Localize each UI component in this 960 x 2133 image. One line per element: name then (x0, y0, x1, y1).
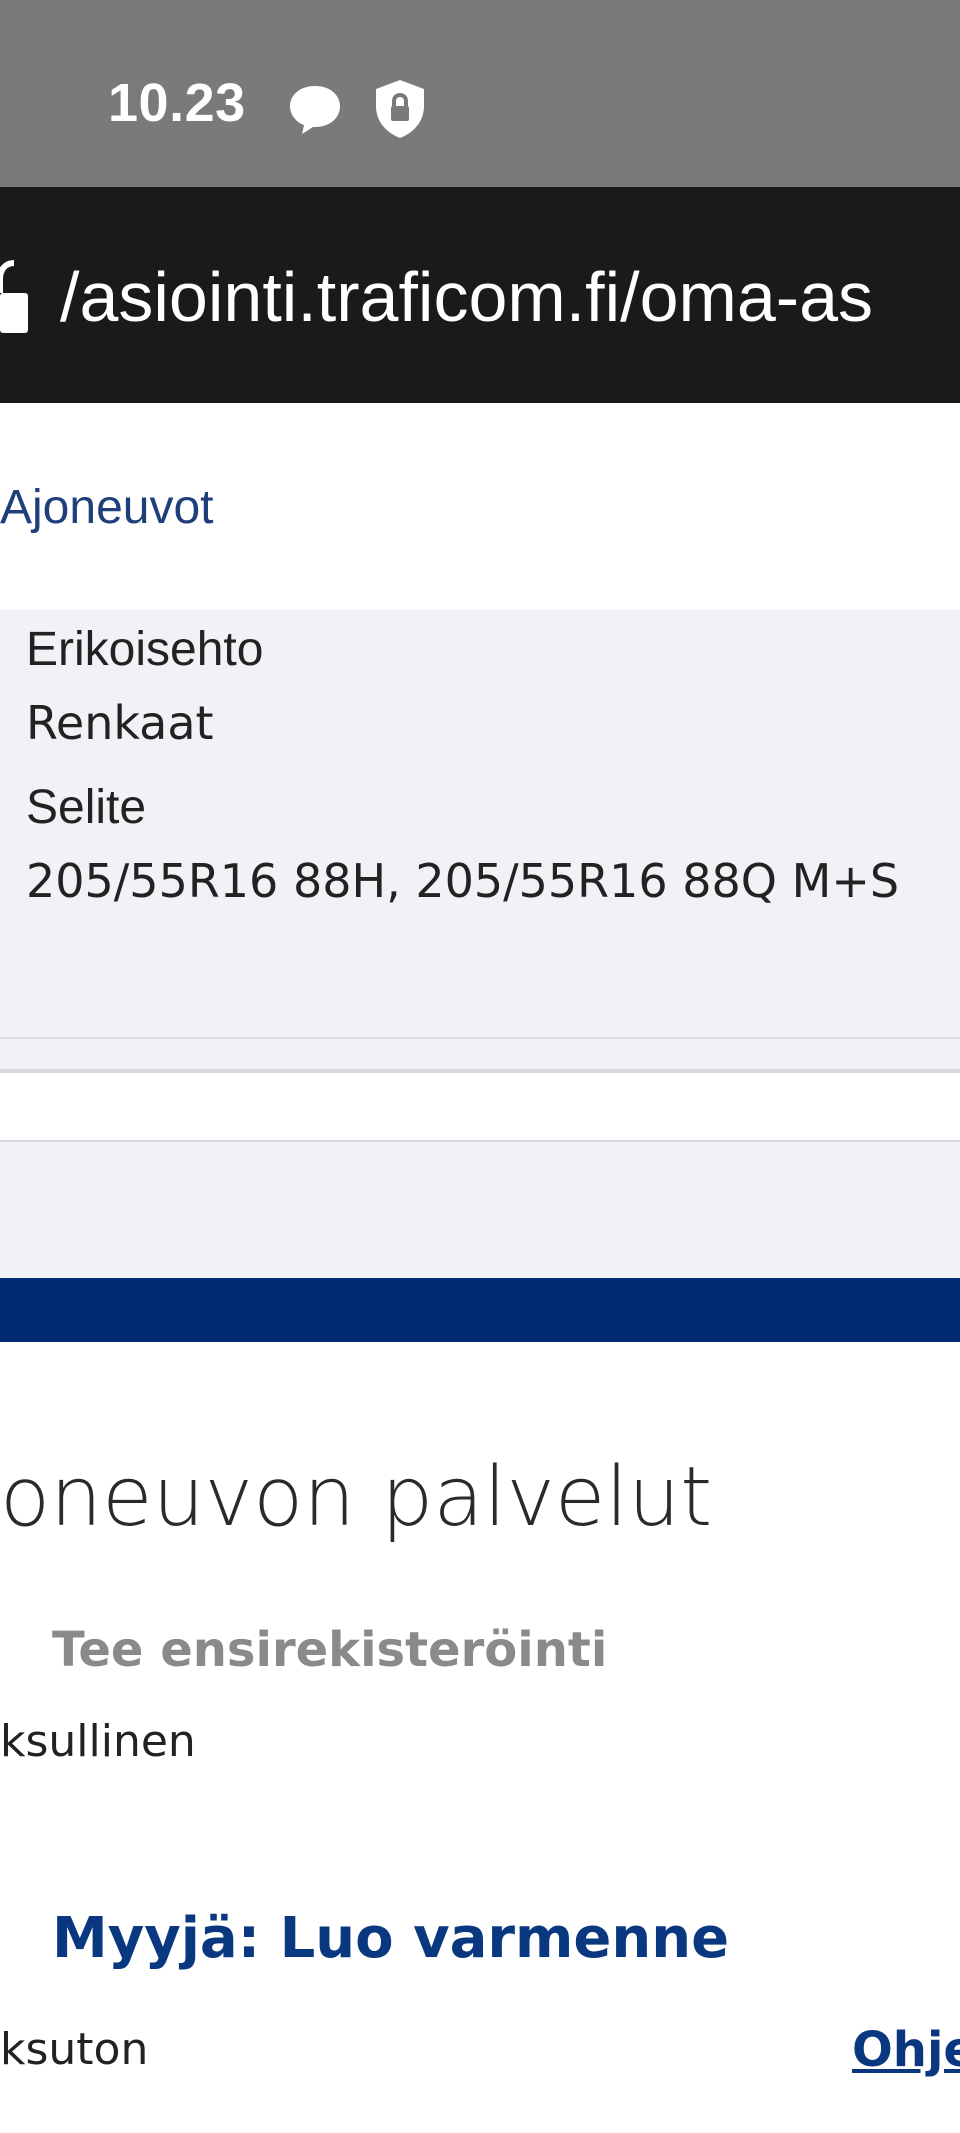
breadcrumb-link[interactable]: Ajoneuvot (0, 480, 214, 535)
section-spacer (0, 1140, 960, 1278)
detail-value: Renkaat (26, 696, 214, 750)
divider (0, 1037, 960, 1039)
detail-label: Selite (26, 781, 147, 834)
service-fee: ksuton (0, 2024, 149, 2075)
help-link[interactable]: Ohje (852, 2022, 960, 2078)
brand-band (0, 1278, 960, 1342)
section-title: oneuvon palvelut (0, 1450, 713, 1545)
url-bar[interactable]: /asiointi.traficom.fi/oma-as (0, 187, 960, 403)
status-bar: 10.23 (0, 0, 960, 187)
service-fee: ksullinen (0, 1716, 196, 1767)
service-link-create-certificate[interactable]: Myyjä: Luo varmenne (52, 1906, 729, 1971)
vehicle-details-panel: Erikoisehto Renkaat Selite 205/55R16 88H… (0, 610, 960, 1072)
status-time: 10.23 (108, 73, 246, 133)
divider (0, 1069, 960, 1073)
detail-value: 205/55R16 88H, 205/55R16 88Q M+S (26, 854, 900, 908)
url-text[interactable]: /asiointi.traficom.fi/oma-as (60, 257, 873, 337)
detail-label: Erikoisehto (26, 623, 264, 676)
shield-icon (376, 80, 424, 138)
service-title-disabled: Tee ensirekisteröinti (52, 1622, 608, 1678)
chat-icon (290, 86, 340, 134)
lock-icon (0, 260, 28, 333)
